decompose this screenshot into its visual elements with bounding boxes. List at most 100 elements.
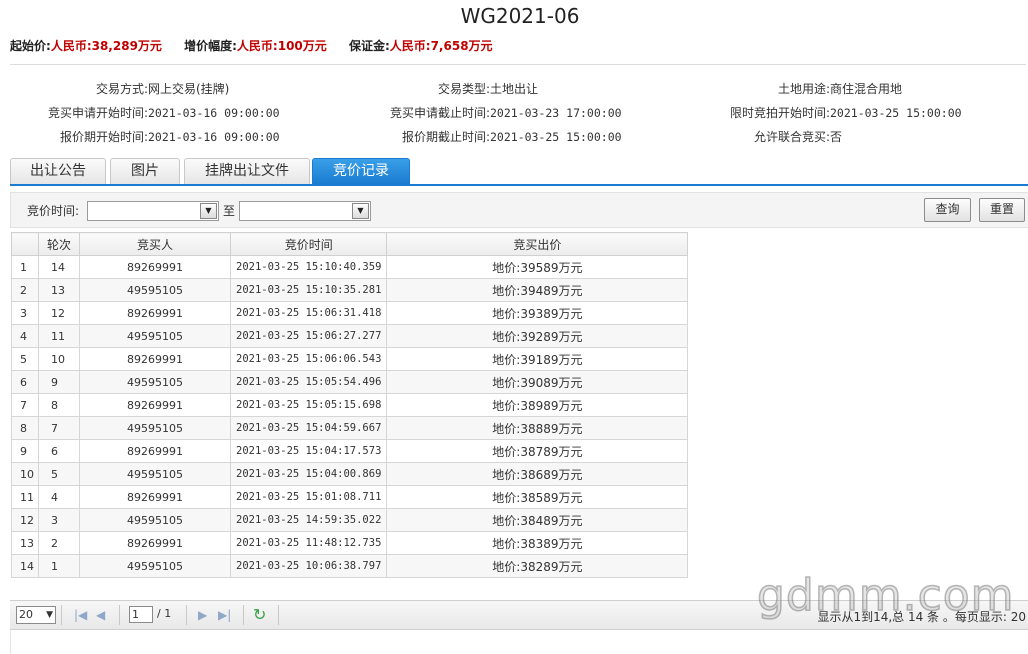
cell-round: 12 xyxy=(38,301,80,325)
cell-bidder: 89269991 xyxy=(79,485,231,509)
cell-bid-time: 2021-03-25 15:06:31.418 xyxy=(229,301,388,325)
cell-bid-price: 地价:38889万元 xyxy=(386,416,689,440)
cell-bid-price: 地价:38289万元 xyxy=(386,554,689,578)
cell-bidder: 49595105 xyxy=(79,416,231,440)
prev-page-icon[interactable]: ◀ xyxy=(96,606,105,624)
last-page-icon[interactable]: ▶| xyxy=(218,606,231,624)
cell-bid-time: 2021-03-25 11:48:12.735 xyxy=(229,531,388,555)
cell-bid-price: 地价:39589万元 xyxy=(386,255,689,279)
table-row[interactable]: 11 4 89269991 2021-03-25 15:01:08.711 地价:385… xyxy=(11,485,689,509)
table-row[interactable]: 9 6 89269991 2021-03-25 15:04:17.573 地价:3878… xyxy=(11,439,689,463)
table-row[interactable]: 5 10 89269991 2021-03-25 15:06:06.543 地价:391… xyxy=(11,347,689,371)
cell-bid-price: 地价:38489万元 xyxy=(386,508,689,532)
start-price-value: 人民币:38,289万元 xyxy=(50,39,162,53)
divider xyxy=(10,64,1026,65)
tab-images[interactable]: 图片 xyxy=(110,158,180,184)
start-price-label: 起始价: xyxy=(10,39,51,53)
cell-bid-price: 地价:39489万元 xyxy=(386,278,689,302)
cell-bidder: 89269991 xyxy=(79,347,231,371)
cell-bid-price: 地价:38989万元 xyxy=(386,393,689,417)
cell-bidder: 89269991 xyxy=(79,439,231,463)
header-bid-price[interactable]: 竞买出价 xyxy=(386,232,689,256)
row-index: 3 xyxy=(11,301,39,325)
row-index: 7 xyxy=(11,393,39,417)
row-index: 1 xyxy=(11,255,39,279)
deposit-label: 保证金: xyxy=(348,39,390,53)
cell-bid-price: 地价:39189万元 xyxy=(386,347,689,371)
cell-round: 5 xyxy=(38,462,80,486)
query-button[interactable]: 查询 xyxy=(924,198,971,222)
info-trade-method: 交易方式:网上交易(挂牌) xyxy=(95,82,230,96)
row-index: 6 xyxy=(11,370,39,394)
bid-time-label: 竞价时间: xyxy=(27,204,80,218)
reset-button[interactable]: 重置 xyxy=(979,198,1025,222)
cell-bid-price: 地价:38789万元 xyxy=(386,439,689,463)
cell-round: 6 xyxy=(38,439,80,463)
cell-bid-price: 地价:38389万元 xyxy=(386,531,689,555)
cell-bid-price: 地价:39289万元 xyxy=(386,324,689,348)
table-row[interactable]: 12 3 49595105 2021-03-25 14:59:35.022 地价:384… xyxy=(11,508,689,532)
chevron-down-icon[interactable]: ▼ xyxy=(352,203,369,219)
table-row[interactable]: 8 7 49595105 2021-03-25 15:04:59.667 地价:3888… xyxy=(11,416,689,440)
cell-bid-price: 地价:39389万元 xyxy=(386,301,689,325)
info-timed-start: 限时竞拍开始时间:2021-03-25 15:00:00 xyxy=(729,106,962,120)
cell-round: 11 xyxy=(38,324,80,348)
table-row[interactable]: 1 14 89269991 2021-03-25 15:10:40.359 地价:395… xyxy=(11,255,689,279)
tab-listing-documents[interactable]: 挂牌出让文件 xyxy=(184,158,310,184)
table-row[interactable]: 7 8 89269991 2021-03-25 15:05:15.698 地价:3898… xyxy=(11,393,689,417)
cell-bidder: 89269991 xyxy=(79,301,231,325)
price-summary: 起始价:人民币:38,289万元 增价幅度:人民币:100万元 保证金:人民币:… xyxy=(10,37,511,54)
cell-round: 10 xyxy=(38,347,80,371)
cell-bidder: 89269991 xyxy=(79,255,231,279)
refresh-icon[interactable]: ↻ xyxy=(253,605,266,624)
watermark-logo: gdmm.com xyxy=(756,569,1015,622)
table-row[interactable]: 13 2 89269991 2021-03-25 11:48:12.735 地价:383… xyxy=(11,531,689,555)
divider xyxy=(119,605,120,625)
cell-bid-time: 2021-03-25 15:10:35.281 xyxy=(229,278,388,302)
cell-bid-time: 2021-03-25 15:06:06.543 xyxy=(229,347,388,371)
info-apply-start: 竞买申请开始时间:2021-03-16 09:00:00 xyxy=(47,106,280,120)
row-index: 12 xyxy=(11,508,39,532)
cell-bid-time: 2021-03-25 15:05:15.698 xyxy=(229,393,388,417)
cell-round: 14 xyxy=(38,255,80,279)
divider xyxy=(243,605,244,625)
cell-bid-time: 2021-03-25 15:04:17.573 xyxy=(229,439,388,463)
cell-bidder: 49595105 xyxy=(79,462,231,486)
tab-underline xyxy=(10,184,1028,186)
row-index: 13 xyxy=(11,531,39,555)
table-row[interactable]: 2 13 49595105 2021-03-25 15:10:35.281 地价:394… xyxy=(11,278,689,302)
table-row[interactable]: 4 11 49595105 2021-03-25 15:06:27.277 地价:392… xyxy=(11,324,689,348)
start-time-select[interactable]: ▼ xyxy=(87,201,219,221)
table-row[interactable]: 6 9 49595105 2021-03-25 15:05:54.496 地价:3908… xyxy=(11,370,689,394)
row-index: 14 xyxy=(11,554,39,578)
cell-round: 7 xyxy=(38,416,80,440)
tab-bid-records[interactable]: 竞价记录 xyxy=(312,158,410,184)
row-index: 11 xyxy=(11,485,39,509)
table-row[interactable]: 10 5 49595105 2021-03-25 15:04:00.869 地价:386… xyxy=(11,462,689,486)
chevron-down-icon[interactable]: ▼ xyxy=(200,203,217,219)
end-time-select[interactable]: ▼ xyxy=(239,201,371,221)
cell-round: 8 xyxy=(38,393,80,417)
next-page-icon[interactable]: ▶ xyxy=(198,606,207,624)
page-number-input[interactable]: 1 xyxy=(129,606,153,623)
cell-bidder: 89269991 xyxy=(79,531,231,555)
cell-bid-time: 2021-03-25 15:06:27.277 xyxy=(229,324,388,348)
header-bid-time[interactable]: 竞价时间 xyxy=(229,232,388,256)
cell-bid-price: 地价:39089万元 xyxy=(386,370,689,394)
divider xyxy=(278,605,279,625)
info-land-use: 土地用途:商住混合用地 xyxy=(777,82,903,96)
first-page-icon[interactable]: |◀ xyxy=(74,606,87,624)
cell-bidder: 49595105 xyxy=(79,554,231,578)
cell-bid-time: 2021-03-25 15:10:40.359 xyxy=(229,255,388,279)
increment-label: 增价幅度: xyxy=(184,39,237,53)
table-row[interactable]: 14 1 49595105 2021-03-25 10:06:38.797 地价:382… xyxy=(11,554,689,578)
table-row[interactable]: 3 12 89269991 2021-03-25 15:06:31.418 地价:393… xyxy=(11,301,689,325)
header-round[interactable]: 轮次 xyxy=(38,232,80,256)
page-title: WG2021-06 xyxy=(460,4,580,28)
footer-area xyxy=(10,630,1028,654)
tab-announcement[interactable]: 出让公告 xyxy=(10,158,106,184)
cell-bidder: 49595105 xyxy=(79,370,231,394)
table-header-row: 轮次 竞买人 竞价时间 竞买出价 xyxy=(11,232,689,256)
header-bidder[interactable]: 竞买人 xyxy=(79,232,231,256)
page-size-select[interactable]: 20 ▼ xyxy=(16,606,56,624)
